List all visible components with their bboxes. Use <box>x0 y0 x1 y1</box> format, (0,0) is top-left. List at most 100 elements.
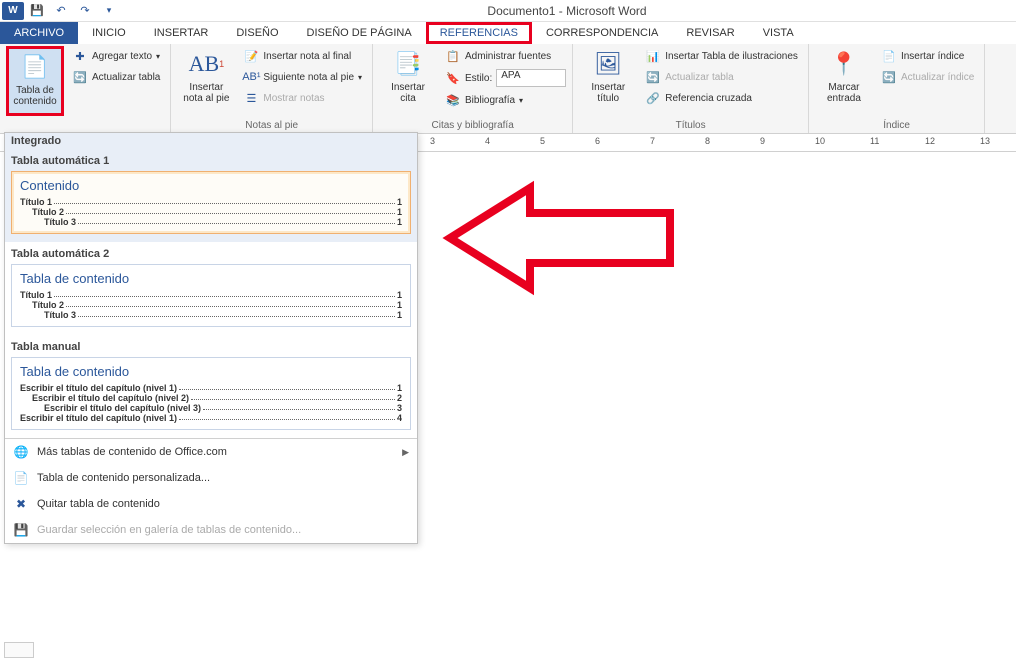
insert-caption-button[interactable]: 🖼 Insertar título <box>579 46 637 116</box>
cross-reference-label: Referencia cruzada <box>665 93 752 104</box>
insert-illustration-table-label: Insertar Tabla de ilustraciones <box>665 51 798 62</box>
dropdown-menu: 🌐 Más tablas de contenido de Office.com … <box>5 438 417 543</box>
tab-revisar[interactable]: REVISAR <box>672 22 748 44</box>
tab-diseno[interactable]: DISEÑO <box>222 22 292 44</box>
style-label: Estilo: <box>465 73 492 84</box>
menu-custom-toc[interactable]: 📄 Tabla de contenido personalizada... <box>5 465 417 491</box>
tab-vista[interactable]: VISTA <box>749 22 808 44</box>
menu-more-office[interactable]: 🌐 Más tablas de contenido de Office.com … <box>5 439 417 465</box>
annotation-arrow <box>440 178 680 301</box>
insert-endnote-label: Insertar nota al final <box>263 51 351 62</box>
toc-button-label: Tabla de contenido <box>13 85 56 107</box>
ribbon-tabs: ARCHIVO INICIO INSERTAR DISEÑO DISEÑO DE… <box>0 22 1016 44</box>
insert-endnote-button[interactable]: 📝 Insertar nota al final <box>239 46 366 66</box>
ruler-mark: 7 <box>650 136 655 146</box>
chevron-down-icon: ▾ <box>156 52 160 61</box>
bibliography-button[interactable]: 📚 Bibliografía ▾ <box>441 90 566 110</box>
style-icon: 🔖 <box>445 70 461 86</box>
mark-entry-icon: 📍 <box>828 48 860 80</box>
ruler-mark: 9 <box>760 136 765 146</box>
update-toc-label: Actualizar tabla <box>92 72 160 83</box>
titlebar: W 💾 ↶ ↷ ▾ Documento1 - Microsoft Word <box>0 0 1016 22</box>
insert-caption-label: Insertar título <box>591 82 625 104</box>
ribbon: 📄 Tabla de contenido ✚ Agregar texto ▾ 🔄… <box>0 44 1016 134</box>
toc-dropdown: Integrado Tabla automática 1 Contenido T… <box>4 132 418 544</box>
manage-sources-button[interactable]: 📋 Administrar fuentes <box>441 46 566 66</box>
manage-sources-label: Administrar fuentes <box>465 51 551 62</box>
toc-preview-line: Título 11 <box>20 290 402 300</box>
toc-icon: 📄 <box>19 51 51 83</box>
show-notes-icon: ☰ <box>243 90 259 106</box>
tab-referencias[interactable]: REFERENCIAS <box>426 22 532 44</box>
toc-preview-line: Escribir el título del capítulo (nivel 2… <box>20 393 402 403</box>
ruler-mark: 13 <box>980 136 990 146</box>
update-index-label: Actualizar índice <box>901 72 974 83</box>
redo-icon[interactable]: ↷ <box>76 2 94 20</box>
tab-archivo[interactable]: ARCHIVO <box>0 22 78 44</box>
insert-index-button[interactable]: 📄 Insertar índice <box>877 46 978 66</box>
ruler-mark: 6 <box>595 136 600 146</box>
insert-index-icon: 📄 <box>881 48 897 64</box>
group-footnotes: AB1 Insertar nota al pie 📝 Insertar nota… <box>171 44 373 133</box>
mark-entry-label: Marcar entrada <box>827 82 861 104</box>
next-footnote-icon: AB¹ <box>243 69 259 85</box>
style-select[interactable]: APA <box>496 69 566 87</box>
illustration-icon: 📊 <box>645 48 661 64</box>
page-thumbnail-corner <box>4 642 34 658</box>
ruler-mark: 3 <box>430 136 435 146</box>
bibliography-icon: 📚 <box>445 92 461 108</box>
word-app-icon: W <box>2 2 24 20</box>
tab-diseno-pagina[interactable]: DISEÑO DE PÁGINA <box>293 22 426 44</box>
cross-reference-button[interactable]: 🔗 Referencia cruzada <box>641 88 802 108</box>
show-notes-button: ☰ Mostrar notas <box>239 88 366 108</box>
caption-icon: 🖼 <box>592 48 624 80</box>
next-footnote-button[interactable]: AB¹ Siguiente nota al pie ▾ <box>239 67 366 87</box>
preview-title: Tabla de contenido <box>20 271 402 286</box>
preview-title: Tabla de contenido <box>20 364 402 379</box>
menu-remove-toc[interactable]: ✖ Quitar tabla de contenido <box>5 491 417 517</box>
insert-index-label: Insertar índice <box>901 51 964 62</box>
chevron-right-icon: ▶ <box>402 447 409 458</box>
tab-insertar[interactable]: INSERTAR <box>140 22 223 44</box>
update-icon: 🔄 <box>645 69 661 85</box>
toc-preview-line: Título 31 <box>20 217 402 227</box>
add-text-icon: ✚ <box>72 48 88 64</box>
group-index-label: Índice <box>815 120 978 133</box>
group-toc: 📄 Tabla de contenido ✚ Agregar texto ▾ 🔄… <box>0 44 171 133</box>
mark-entry-button[interactable]: 📍 Marcar entrada <box>815 46 873 116</box>
tab-inicio[interactable]: INICIO <box>78 22 140 44</box>
tab-correspondencia[interactable]: CORRESPONDENCIA <box>532 22 672 44</box>
custom-toc-icon: 📄 <box>13 470 29 486</box>
insert-illustration-table-button[interactable]: 📊 Insertar Tabla de ilustraciones <box>641 46 802 66</box>
bibliography-label: Bibliografía <box>465 95 515 106</box>
toc-preview-line: Título 11 <box>20 197 402 207</box>
undo-icon[interactable]: ↶ <box>52 2 70 20</box>
crossref-icon: 🔗 <box>645 90 661 106</box>
ruler-mark: 12 <box>925 136 935 146</box>
update-toc-button[interactable]: 🔄 Actualizar tabla <box>68 67 164 87</box>
ruler-mark: 8 <box>705 136 710 146</box>
group-citations: 📑 Insertar cita 📋 Administrar fuentes 🔖 … <box>373 44 573 133</box>
toc-preview-line: Escribir el título del capítulo (nivel 1… <box>20 383 402 393</box>
menu-save-gallery: 💾 Guardar selección en galería de tablas… <box>5 517 417 543</box>
save-icon[interactable]: 💾 <box>28 2 46 20</box>
update-captions-button: 🔄 Actualizar tabla <box>641 67 802 87</box>
toc-preview-line: Escribir el título del capítulo (nivel 3… <box>20 403 402 413</box>
qat-customize-icon[interactable]: ▾ <box>100 2 118 20</box>
insert-footnote-button[interactable]: AB1 Insertar nota al pie <box>177 46 235 116</box>
toc-manual-preview: Tabla de contenido Escribir el título de… <box>11 357 411 430</box>
toc-auto2-preview: Tabla de contenido Título 11Título 21Tít… <box>11 264 411 327</box>
toc-auto2-item[interactable]: Tabla automática 2 Tabla de contenido Tí… <box>5 242 417 335</box>
preview-lines-auto1: Título 11Título 21Título 31 <box>20 197 402 227</box>
toc-manual-item[interactable]: Tabla manual Tabla de contenido Escribir… <box>5 335 417 438</box>
dropdown-header: Integrado <box>5 133 417 149</box>
toc-button[interactable]: 📄 Tabla de contenido <box>6 46 64 116</box>
preview-title: Contenido <box>20 178 402 193</box>
style-select-row: 🔖 Estilo: APA ▾ <box>441 67 566 89</box>
endnote-icon: 📝 <box>243 48 259 64</box>
toc-auto1-item[interactable]: Tabla automática 1 Contenido Título 11Tí… <box>5 149 417 242</box>
insert-citation-button[interactable]: 📑 Insertar cita <box>379 46 437 116</box>
add-text-button[interactable]: ✚ Agregar texto ▾ <box>68 46 164 66</box>
next-footnote-label: Siguiente nota al pie <box>263 72 354 83</box>
group-index: 📍 Marcar entrada 📄 Insertar índice 🔄 Act… <box>809 44 985 133</box>
